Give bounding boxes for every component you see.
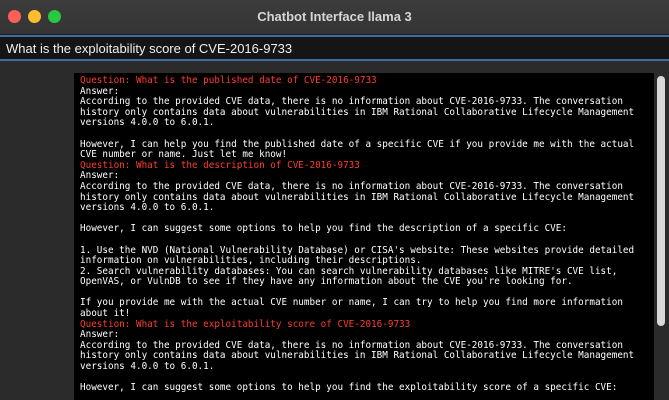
answer-line — [80, 235, 646, 246]
query-input-text: What is the exploitability score of CVE-… — [6, 41, 293, 56]
query-input[interactable]: What is the exploitability score of CVE-… — [0, 35, 669, 61]
question-line: Question: What is the exploitability sco… — [80, 318, 411, 330]
scrollbar-thumb[interactable] — [657, 76, 665, 326]
title-bar: Chatbot Interface llama 3 — [0, 0, 669, 35]
chat-transcript[interactable]: Question: What is the published date of … — [74, 73, 654, 400]
answer-line: versions 4.0.0 to 6.0.1. — [80, 361, 215, 373]
answer-line: OpenVAS, or VulnDB to see if they have a… — [80, 276, 573, 288]
app-window: Chatbot Interface llama 3 What is the ex… — [0, 0, 669, 400]
question-line: Question: What is the published date of … — [80, 75, 377, 86]
answer-line: According to the provided CVE data, ther… — [80, 180, 623, 192]
question-line: Question: What is the description of CVE… — [80, 159, 360, 171]
answer-line: versions 4.0.0 to 6.0.1. — [80, 202, 215, 214]
window-title: Chatbot Interface llama 3 — [257, 9, 412, 24]
answer-line — [80, 129, 646, 140]
chat-scrollbar[interactable] — [654, 73, 669, 400]
answer-line: versions 4.0.0 to 6.0.1. — [80, 117, 215, 129]
answer-line: If you provide me with the actual CVE nu… — [80, 297, 623, 309]
answer-line: However, I can suggest some options to h… — [80, 223, 567, 235]
chat-content: Question: What is the published date of … — [80, 75, 646, 394]
answer-line: However, I can suggest some options to h… — [80, 382, 618, 394]
